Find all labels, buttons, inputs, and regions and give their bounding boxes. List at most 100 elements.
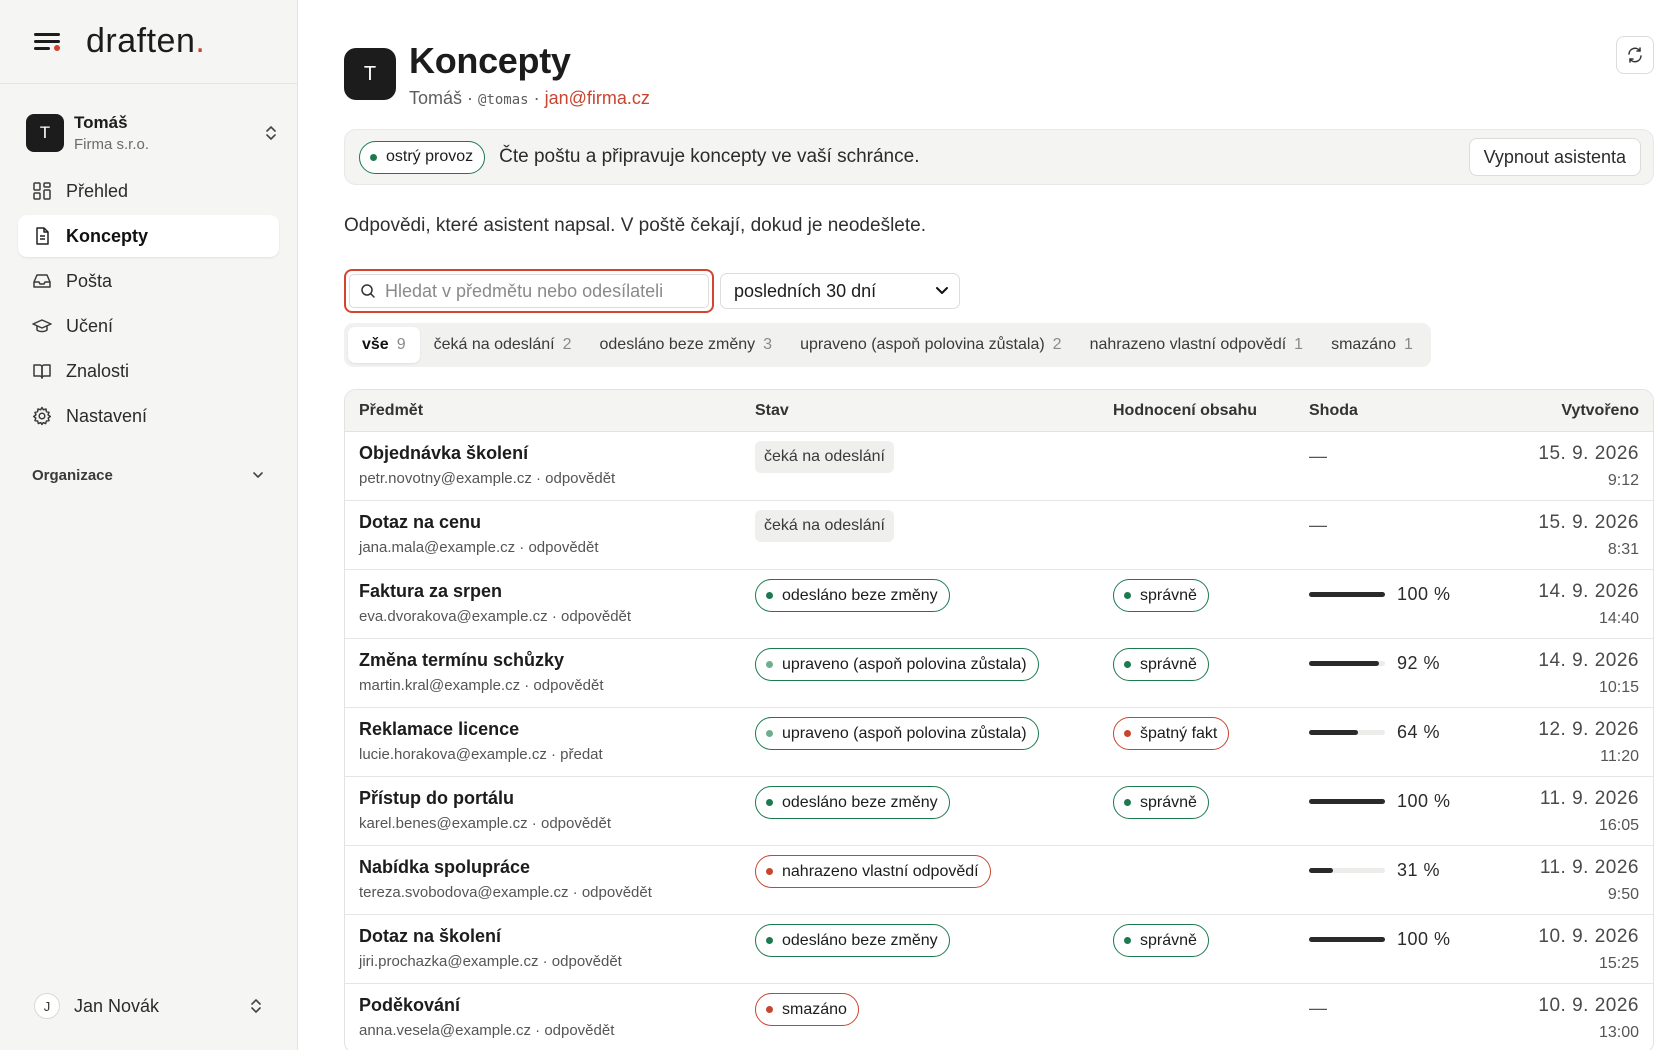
column-header-created[interactable]: Vytvořeno [1459,402,1653,420]
row-sender: anna.vesela@example.cz · odpovědět [359,1022,615,1039]
table-row[interactable]: Nabídka spolupráce tereza.svobodova@examp… [345,846,1653,915]
row-time: 11:20 [1600,748,1639,765]
cell-subject: Objednávka školení petr.novotny@example.c… [345,432,755,500]
column-header-rating[interactable]: Hodnocení obsahu [1113,402,1309,420]
status-dot [766,937,773,944]
tab-count: 1 [1404,336,1413,353]
section-label: Organizace [32,466,113,484]
search-icon [361,284,375,298]
table-row[interactable]: Faktura za srpen eva.dvorakova@example.cz… [345,570,1653,639]
status-badge-label: upraveno (aspoň polovina zůstala) [782,655,1027,673]
cell-subject: Změna termínu schůzky martin.kral@example… [345,639,755,707]
cell-created: 15. 9. 2026 9:12 [1459,432,1653,500]
chevron-updown-icon [263,123,279,143]
row-sender: tereza.svobodova@example.cz · odpovědět [359,884,652,901]
row-subject[interactable]: Poděkování [359,995,755,1016]
search-focus-ring [344,269,714,313]
status-badge-label: špatný fakt [1140,724,1218,742]
row-subject[interactable]: Objednávka školení [359,443,755,464]
cell-created: 11. 9. 2026 9:50 [1459,846,1653,914]
cell-rating: špatný fakt [1113,708,1309,776]
row-subject[interactable]: Nabídka spolupráce [359,857,755,878]
cell-match: 64 % [1309,708,1459,776]
cell-created: 14. 9. 2026 10:15 [1459,639,1653,707]
period-select[interactable]: posledních 30 dní [720,273,960,309]
sidebar-item-posta[interactable]: Pošta [18,260,279,302]
search-input[interactable] [385,280,708,302]
match-empty: — [1309,998,1327,1018]
table-row[interactable]: Změna termínu schůzky martin.kral@example… [345,639,1653,708]
status-dot [766,661,773,668]
sidebar-item-koncepty[interactable]: Koncepty [18,215,279,257]
row-subject[interactable]: Reklamace licence [359,719,755,740]
table-row[interactable]: Objednávka školení petr.novotny@example.c… [345,432,1653,501]
row-subject[interactable]: Faktura za srpen [359,581,755,602]
cell-rating: správně [1113,915,1309,983]
page-header: T Koncepty Tomáš · @tomas · jan@firma.cz [344,40,1654,109]
status-badge: čeká na odeslání [755,510,894,542]
rating-badge: správně [1113,579,1209,612]
main-content: T Koncepty Tomáš · @tomas · jan@firma.cz… [298,0,1680,1050]
tab-label: odesláno beze změny [599,336,756,353]
match-empty: — [1309,515,1327,535]
match-bar-fill [1309,937,1385,942]
status-badge-label: správně [1140,931,1197,949]
row-sender: martin.kral@example.cz · odpovědět [359,677,604,694]
column-header-subject[interactable]: Předmět [345,402,755,420]
cell-rating [1113,984,1309,1050]
sidebar-item-uceni[interactable]: Učení [18,305,279,347]
org-company: Firma s.r.o. [74,136,150,153]
account-email[interactable]: jan@firma.cz [545,88,650,108]
tab-4[interactable]: nahrazeno vlastní odpovědí 1 [1076,327,1318,363]
status-badge: upraveno (aspoň polovina zůstala) [755,648,1039,681]
column-header-status[interactable]: Stav [755,402,1113,420]
cell-rating: správně [1113,570,1309,638]
cell-status: upraveno (aspoň polovina zůstala) [755,708,1113,776]
menu-icon[interactable] [34,31,62,53]
row-subject[interactable]: Dotaz na cenu [359,512,755,533]
row-subject[interactable]: Přístup do portálu [359,788,755,809]
table-row[interactable]: Dotaz na školení jiri.prochazka@example.c… [345,915,1653,984]
user-switcher[interactable]: J Jan Novák [34,986,263,1026]
disable-assistant-button[interactable]: Vypnout asistenta [1468,138,1641,176]
match-percent: 100 % [1397,584,1451,604]
row-sender: lucie.horakova@example.cz · předat [359,746,603,763]
status-badge-label: správně [1140,793,1197,811]
rating-badge: správně [1113,786,1209,819]
search-box[interactable] [349,274,709,308]
row-date: 11. 9. 2026 [1539,788,1639,809]
sidebar-item-nastaveni[interactable]: Nastavení [18,395,279,437]
sidebar-item-label: Přehled [66,180,129,201]
tab-label: nahrazeno vlastní odpovědí [1089,336,1287,353]
cell-created: 10. 9. 2026 15:25 [1459,915,1653,983]
cell-status: čeká na odeslání [755,432,1113,500]
status-tabs: vše 9 čeká na odeslání 2 odesláno beze změny… [344,323,1431,367]
tab-1[interactable]: čeká na odeslání 2 [420,327,586,363]
tab-5[interactable]: smazáno 1 [1317,327,1427,363]
row-subject[interactable]: Dotaz na školení [359,926,755,947]
cell-match: 100 % [1309,570,1459,638]
tab-3[interactable]: upraveno (aspoň polovina zůstala) 2 [786,327,1076,363]
row-subject[interactable]: Změna termínu schůzky [359,650,755,671]
table-row[interactable]: Dotaz na cenu jana.mala@example.cz · odpo… [345,501,1653,570]
table-row[interactable]: Přístup do portálu karel.benes@example.cz… [345,777,1653,846]
cell-status: odesláno beze změny [755,570,1113,638]
cell-rating [1113,501,1309,569]
cell-rating: správně [1113,777,1309,845]
refresh-button[interactable] [1616,36,1654,74]
status-badge-label: upraveno (aspoň polovina zůstala) [782,724,1027,742]
sidebar-section-organizace[interactable]: Organizace [18,459,279,491]
status-badge-label: smazáno [782,1000,847,1018]
table-row[interactable]: Poděkování anna.vesela@example.cz · odpov… [345,984,1653,1050]
status-badge-label: odesláno beze změny [782,931,938,949]
chevron-updown-icon [251,999,261,1013]
sidebar-item-znalosti[interactable]: Znalosti [18,350,279,392]
row-date: 15. 9. 2026 [1538,512,1639,533]
column-header-match[interactable]: Shoda [1309,402,1459,420]
sidebar-item-prehled[interactable]: Přehled [18,170,279,212]
org-switcher[interactable]: T Tomáš Firma s.r.o. [26,110,279,156]
tab-2[interactable]: odesláno beze změny 3 [586,327,787,363]
cell-match: 100 % [1309,777,1459,845]
table-row[interactable]: Reklamace licence lucie.horakova@example.… [345,708,1653,777]
tab-0[interactable]: vše 9 [348,327,420,363]
